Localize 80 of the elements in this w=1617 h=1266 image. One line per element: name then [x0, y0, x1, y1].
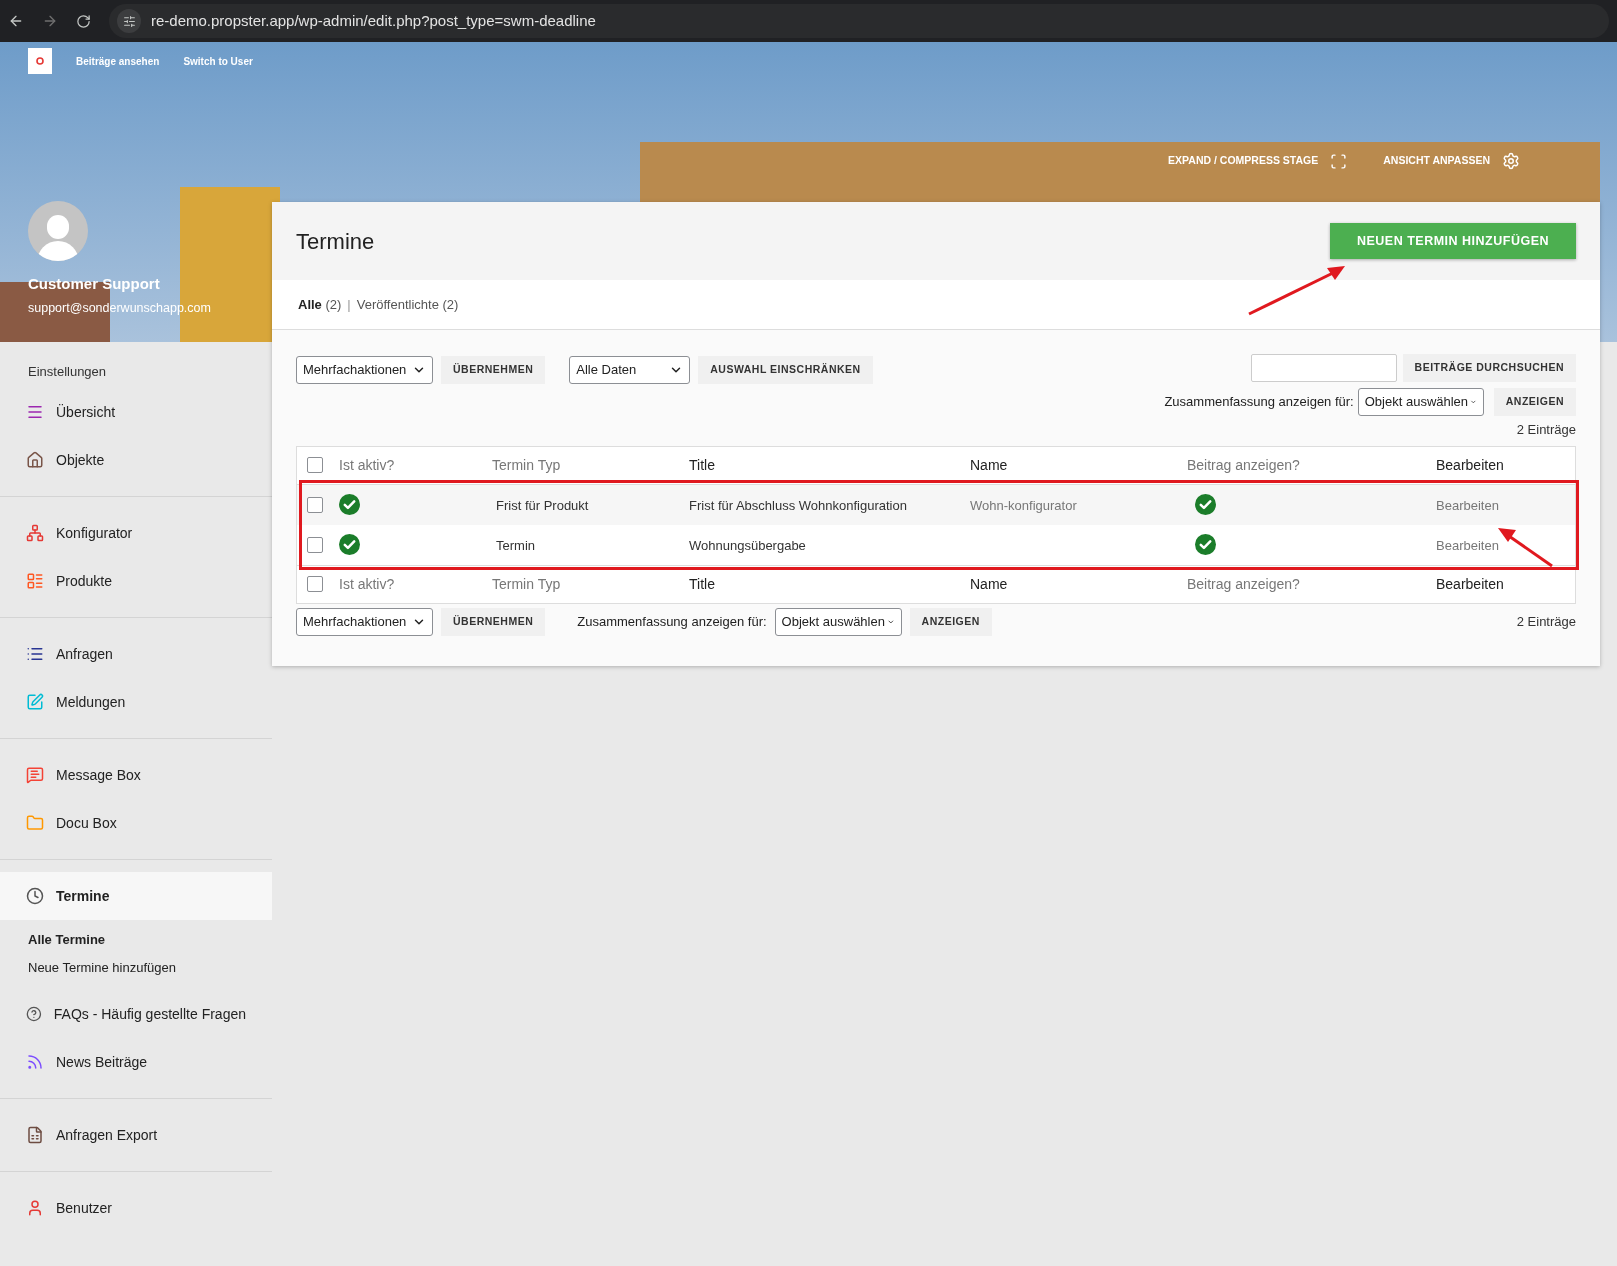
summary-label: Zusammenfassung anzeigen für: [577, 612, 767, 631]
column-header[interactable]: Ist aktiv? [339, 457, 395, 473]
menu-icon [26, 403, 44, 421]
page-title: Termine [296, 227, 375, 256]
checkbox[interactable] [307, 457, 323, 473]
sidebar-item[interactable]: Anfragen [0, 630, 272, 678]
column-header[interactable]: Ist aktiv? [339, 576, 395, 592]
sidebar-item[interactable]: Docu Box [0, 799, 272, 847]
user-icon [26, 1199, 44, 1217]
column-header[interactable]: Termin Typ [492, 457, 561, 473]
address-bar[interactable]: re-demo.propster.app/wp-admin/edit.php?post_type=swm-deadline [109, 4, 1609, 38]
house-icon [26, 451, 44, 469]
sidebar-heading: Einstellungen [27, 363, 108, 382]
column-header: Title [689, 576, 715, 592]
action-button[interactable]: AUSWAHL EINSCHRÄNKEN [698, 356, 873, 384]
action-button[interactable]: ÜBERNEHMEN [441, 356, 546, 384]
action-button[interactable]: ANZEIGEN [909, 607, 992, 636]
grid-list-icon [26, 572, 44, 590]
action-button[interactable]: ANZEIGEN [1493, 388, 1576, 416]
checkbox[interactable] [307, 496, 323, 513]
checkbox[interactable] [307, 536, 323, 553]
column-header[interactable]: Beitrag anzeigen? [1187, 457, 1300, 473]
sidebar-item[interactable]: FAQs - Häufig gestellte Fragen [0, 990, 272, 1038]
column-header[interactable]: Termin Typ [492, 576, 561, 592]
dropdown-select[interactable]: Mehrfachaktionen [296, 356, 433, 384]
pen-square-icon [26, 693, 44, 711]
summary-label: Zusammenfassung anzeigen für: [1164, 393, 1354, 412]
forward-icon[interactable] [42, 13, 58, 29]
submenu-item[interactable]: Neue Termine hinzufügen [0, 954, 272, 982]
column-header: Bearbeiten [1436, 457, 1504, 473]
expand-icon [1330, 152, 1348, 170]
submenu-item[interactable]: Alle Termine [0, 926, 272, 954]
action-button[interactable]: ÜBERNEHMEN [441, 607, 546, 636]
edit-link[interactable]: Bearbeiten [1436, 537, 1499, 553]
list-icon [26, 645, 44, 663]
view-filter-link[interactable]: Veröffentlichte (2) [356, 294, 459, 315]
sidebar-item[interactable]: Konfigurator [0, 509, 272, 557]
sidebar-item[interactable]: Message Box [0, 751, 272, 799]
hierarchy-icon [26, 524, 44, 542]
column-header: Name [970, 576, 1008, 592]
sidebar-item[interactable]: Produkte [0, 557, 272, 605]
column-header: Name [970, 457, 1008, 473]
view-filter-link[interactable]: Alle (2) [298, 294, 342, 315]
rss-icon [26, 1053, 44, 1071]
message-icon [26, 766, 44, 784]
table-cell: Termin [496, 537, 535, 553]
edit-link[interactable]: Bearbeiten [1436, 497, 1499, 513]
sidebar-item[interactable]: Übersicht [0, 388, 272, 436]
logo[interactable] [28, 48, 52, 74]
item-count: 2 Einträge [1516, 612, 1576, 631]
table-cell: Wohnungsübergabe [689, 537, 806, 553]
sidebar-item[interactable]: Anfragen Export [0, 1111, 272, 1159]
sidebar-item[interactable]: Termine [0, 872, 272, 920]
clock-icon [26, 887, 44, 905]
sidebar-item[interactable]: Benutzer [0, 1184, 272, 1232]
reload-icon[interactable] [76, 13, 91, 29]
table-cell: Frist für Produkt [496, 497, 589, 513]
dropdown-select[interactable]: Alle Daten [569, 356, 691, 384]
sidebar-item[interactable]: Objekte [0, 436, 272, 484]
settings-icon [1502, 152, 1520, 170]
dropdown-select[interactable]: Objekt auswählen [1357, 388, 1484, 416]
sidebar-item[interactable]: Meldungen [0, 678, 272, 726]
folder-icon [26, 814, 44, 832]
column-header[interactable]: Beitrag anzeigen? [1187, 576, 1300, 592]
table-cell: Wohn-konfigurator [970, 497, 1077, 513]
help-icon [26, 1005, 42, 1023]
checkbox[interactable] [307, 576, 323, 592]
spreadsheet-icon [26, 1126, 44, 1144]
sidebar-item[interactable]: News Beiträge [0, 1038, 272, 1086]
column-header: Bearbeiten [1436, 576, 1504, 592]
table-cell: Frist für Abschluss Wohnkonfiguration [689, 497, 907, 513]
column-header: Title [689, 457, 715, 473]
search-field[interactable] [1250, 354, 1397, 382]
item-count: 2 Einträge [1516, 421, 1576, 439]
back-icon[interactable] [8, 13, 24, 29]
site-settings-icon[interactable] [117, 9, 141, 33]
dropdown-select[interactable]: Objekt auswählen [774, 607, 902, 636]
action-button[interactable]: BEITRÄGE DURCHSUCHEN [1402, 354, 1576, 382]
separator: | [347, 295, 351, 314]
dropdown-select[interactable]: Mehrfachaktionen [296, 607, 433, 636]
